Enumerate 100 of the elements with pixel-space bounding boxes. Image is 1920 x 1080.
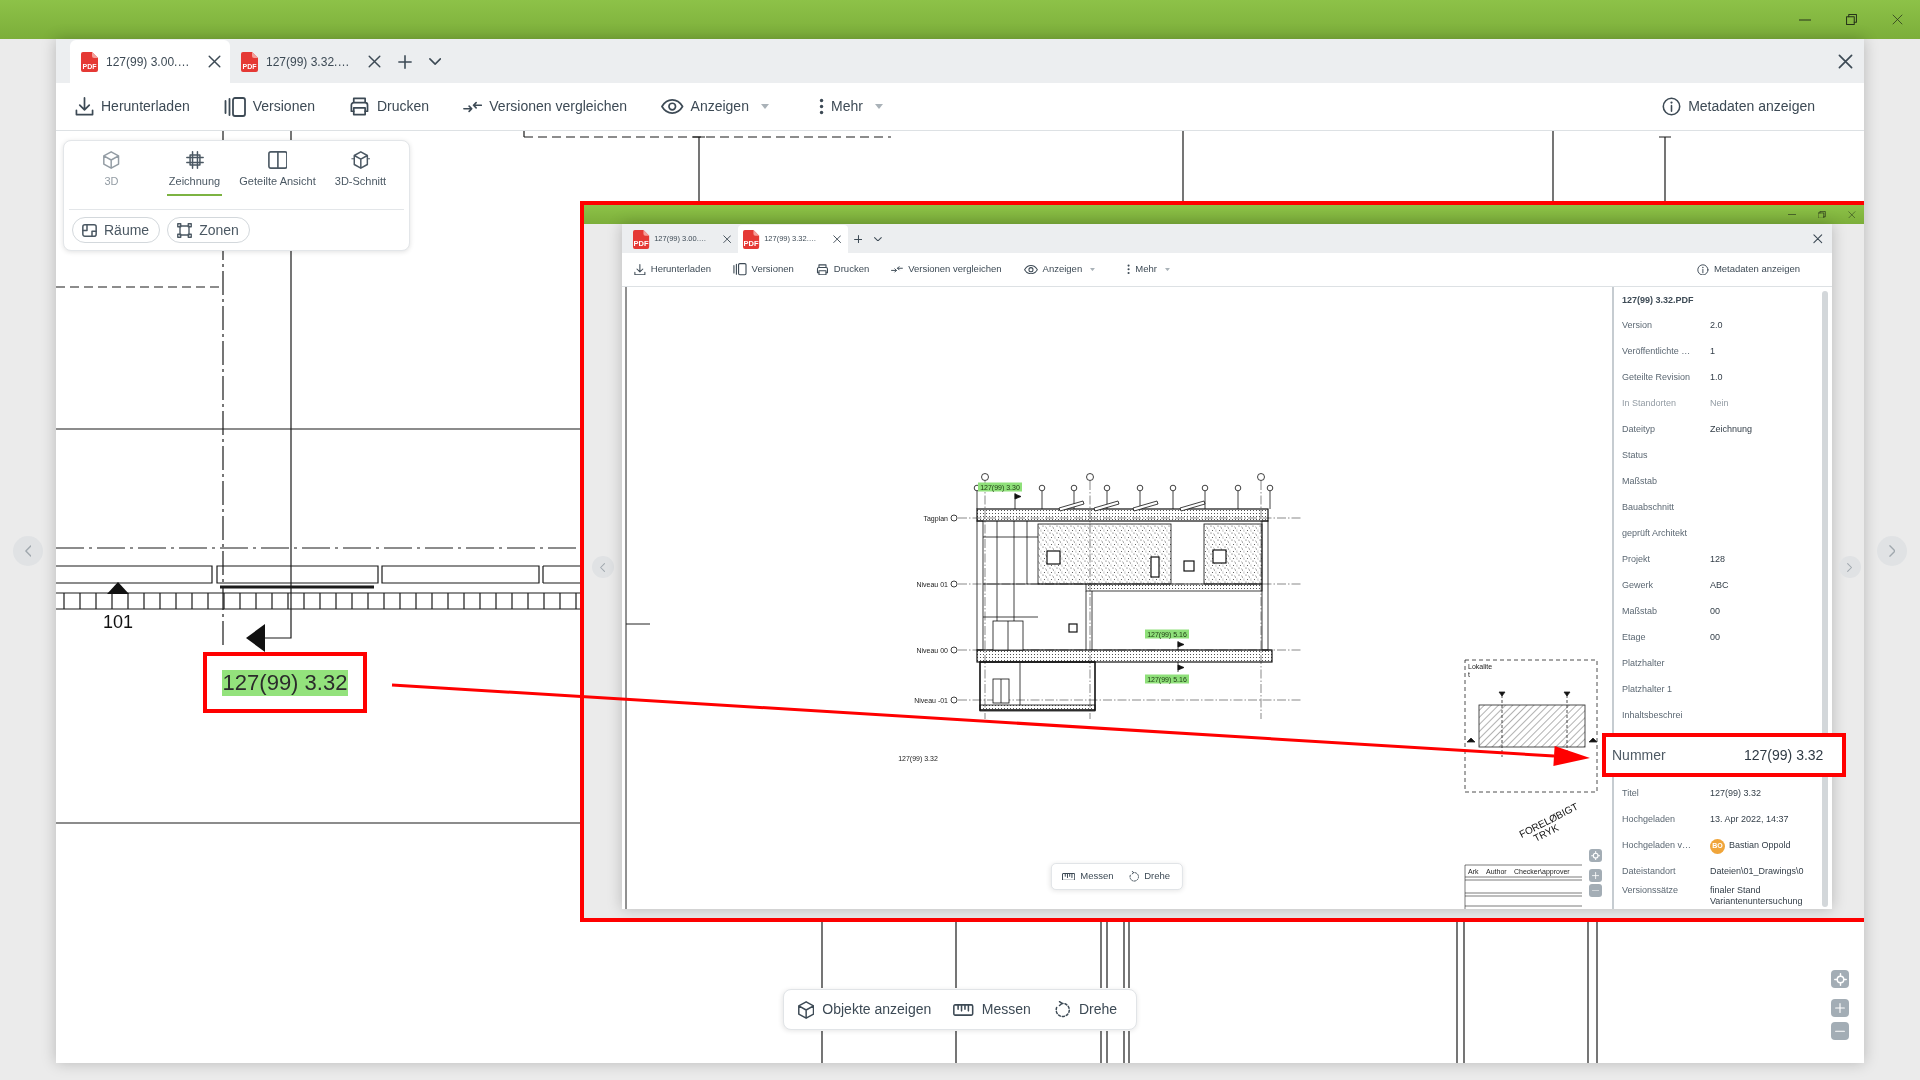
next-button[interactable] — [1877, 536, 1907, 566]
close-icon — [207, 55, 221, 68]
metadata-label: In Standorten — [1622, 397, 1678, 411]
metadata-label: Gewerk — [1622, 579, 1654, 593]
metadata-label: Dateityp — [1622, 423, 1657, 437]
rotate-button[interactable]: Drehe — [1052, 999, 1118, 1020]
close-icon — [832, 234, 842, 244]
marker-label: 101 — [103, 612, 133, 632]
metadata-label: Bauabschnitt — [1622, 501, 1676, 515]
close-icon — [1837, 54, 1853, 69]
file-name: 127(99) 3.32.PDF — [1621, 294, 1695, 307]
metadata-value: 00 — [1710, 631, 1720, 645]
previous-button[interactable] — [592, 556, 614, 578]
split-view-icon — [267, 151, 288, 169]
metadata-label: Geteilte Revision — [1622, 371, 1692, 385]
plus-icon — [1591, 871, 1600, 880]
metadata-value: Nein — [1710, 397, 1729, 411]
plus-icon — [398, 54, 412, 69]
metadata-value: Dateien\01_Drawings\0 — [1710, 865, 1804, 879]
chevron-right-icon — [1888, 545, 1896, 557]
metadata-value: Bastian Oppold — [1729, 839, 1791, 853]
metadata-label: Dateistandort — [1622, 865, 1677, 879]
printer-icon — [815, 263, 829, 276]
metadata-label: Titel — [1622, 787, 1640, 801]
close-tab-button[interactable] — [720, 232, 734, 246]
section-cube-icon — [350, 151, 371, 169]
page-stack-icon — [223, 96, 246, 117]
metadata-value: 1 — [1710, 345, 1715, 359]
measure-button[interactable]: Messen — [1061, 869, 1114, 884]
cube-icon — [103, 151, 120, 169]
metadata-value: 127(99) 3.32 — [1710, 787, 1762, 801]
metadata-label: Maßstab — [1622, 605, 1658, 619]
metadata-label: Veröffentlichte … — [1622, 345, 1692, 359]
metadata-label: Hochgeladen — [1622, 813, 1677, 827]
crosshair-icon — [1833, 972, 1847, 986]
metadata-label: Platzhalter 1 — [1622, 683, 1674, 697]
download-button[interactable]: Herunterladen — [634, 262, 711, 277]
page-stack-icon — [733, 263, 747, 276]
restore-icon — [1845, 14, 1857, 25]
zoom-out-button[interactable] — [1831, 1022, 1849, 1040]
metadata-label: Versionssätze — [1622, 885, 1680, 896]
metadata-value: 2.0 — [1710, 319, 1723, 333]
zoom-out-button[interactable] — [1589, 884, 1602, 897]
filter-chip[interactable]: Zonen — [167, 217, 250, 243]
versions-button[interactable]: Versionen — [223, 96, 315, 117]
compare-button[interactable]: Versionen vergleichen — [891, 262, 1002, 277]
eye-icon — [1023, 264, 1038, 275]
measure-button[interactable]: Messen — [953, 999, 1031, 1020]
view-mode-tab[interactable]: 3D-Schnitt — [332, 141, 389, 196]
minus-icon — [1835, 1029, 1845, 1033]
metadata-label: Platzhalter — [1622, 657, 1666, 671]
objects-button[interactable]: Objekte anzeigen — [797, 999, 932, 1020]
sheet-reference: 127(99) 3.32 — [221, 669, 349, 696]
printer-icon — [349, 97, 370, 116]
building-window — [1068, 623, 1078, 633]
download-icon — [634, 263, 646, 276]
converging-arrows-icon — [463, 99, 483, 114]
chevron-down-icon — [874, 236, 882, 242]
view-menu-button[interactable]: Anzeigen — [661, 96, 769, 117]
view-mode-tab[interactable]: Geteilte Ansicht — [237, 141, 318, 196]
download-button[interactable]: Herunterladen — [75, 96, 190, 117]
print-button[interactable]: Drucken — [349, 96, 430, 117]
zoom-in-button[interactable] — [1831, 999, 1849, 1017]
view-mode-tab[interactable]: Zeichnung — [166, 141, 223, 196]
fit-view-button[interactable] — [1831, 970, 1849, 988]
crosshair-icon — [1590, 850, 1601, 861]
view-menu-button[interactable]: Anzeigen — [1023, 262, 1096, 277]
rotate-button[interactable]: Drehe — [1127, 869, 1171, 884]
section-marker — [107, 582, 129, 594]
previous-button[interactable] — [13, 536, 43, 566]
minimize-icon — [1799, 18, 1811, 21]
more-icon — [1127, 264, 1131, 275]
caret-icon — [1090, 267, 1096, 272]
minimize-icon — [1787, 213, 1797, 216]
metadata-label: Inhaltsbeschrei — [1622, 709, 1684, 723]
scrollbar[interactable] — [1822, 291, 1828, 907]
zoom-in-button[interactable] — [1589, 869, 1602, 882]
fit-view-button[interactable] — [1589, 849, 1602, 862]
ruler-icon — [953, 1003, 974, 1016]
metadata-label: Maßstab — [1622, 475, 1658, 489]
versions-button[interactable]: Versionen — [733, 262, 794, 277]
metadata-button[interactable]: Metadaten anzeigen — [1662, 96, 1815, 117]
info-icon — [1697, 263, 1709, 276]
more-menu-button[interactable]: Mehr — [1127, 262, 1170, 277]
print-button[interactable]: Drucken — [815, 262, 870, 277]
chevron-left-icon — [24, 545, 32, 557]
metadata-label: Etage — [1622, 631, 1647, 645]
compare-button[interactable]: Versionen vergleichen — [463, 96, 628, 117]
building-window — [1212, 549, 1227, 564]
close-icon — [722, 234, 732, 244]
filter-chip[interactable]: Räume — [72, 217, 161, 243]
close-icon — [1848, 210, 1856, 219]
next-button[interactable] — [1838, 556, 1861, 578]
metadata-value: 13. Apr 2022, 14:37 — [1710, 813, 1789, 827]
close-tab-button[interactable] — [830, 232, 844, 246]
metadata-value: 128 — [1710, 553, 1726, 567]
metadata-button[interactable]: Metadaten anzeigen — [1697, 262, 1800, 277]
more-menu-button[interactable]: Mehr — [818, 96, 883, 117]
grid-icon — [185, 151, 204, 169]
eye-icon — [661, 99, 684, 114]
